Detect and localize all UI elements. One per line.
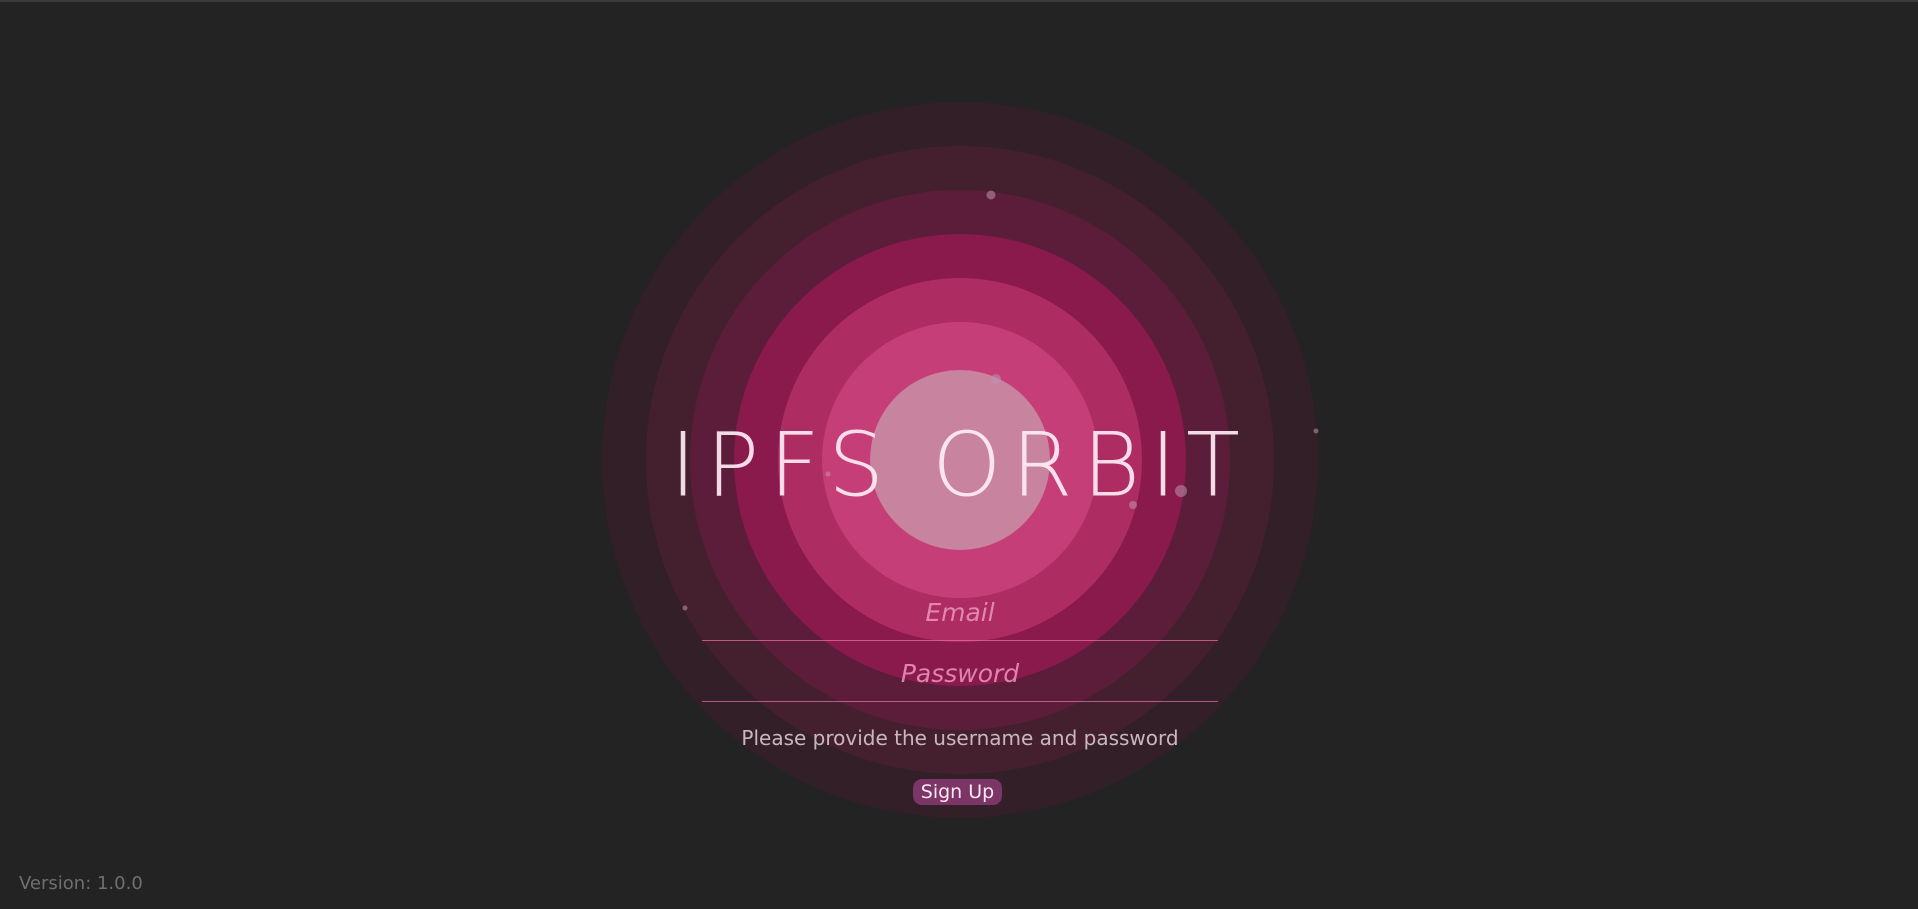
password-field[interactable] xyxy=(702,646,1218,700)
orbit-dot xyxy=(1313,428,1319,434)
orbit-dot xyxy=(991,374,1001,384)
login-screen: IPFS ORBIT Please provide the username a… xyxy=(0,0,1918,909)
password-field-wrapper xyxy=(702,646,1218,702)
email-field[interactable] xyxy=(702,585,1218,639)
login-form xyxy=(702,585,1218,707)
orbit-dot xyxy=(682,605,688,611)
version-label: Version: 1.0.0 xyxy=(19,873,143,894)
sign-up-button[interactable]: Sign Up xyxy=(913,779,1002,805)
login-message: Please provide the username and password xyxy=(741,726,1179,750)
email-field-wrapper xyxy=(702,585,1218,641)
orbit-dot xyxy=(986,190,996,200)
app-logo-title: IPFS ORBIT xyxy=(670,413,1250,517)
